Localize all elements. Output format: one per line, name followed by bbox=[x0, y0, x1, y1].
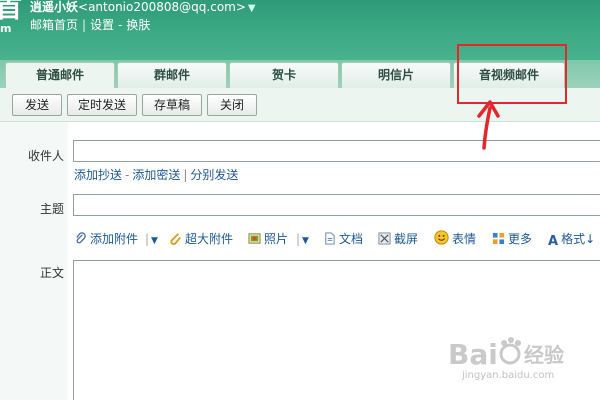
subject-label: 主题 bbox=[40, 202, 65, 216]
body-label: 正文 bbox=[40, 266, 65, 280]
format-arrow: ↓ bbox=[585, 232, 596, 246]
add-cc-link[interactable]: 添加抄送 bbox=[74, 168, 122, 182]
nav-separator: - bbox=[118, 18, 123, 32]
chevron-down-icon: ▼ bbox=[302, 236, 309, 246]
link-separator: - bbox=[125, 168, 130, 182]
more-button[interactable]: 更多 bbox=[492, 230, 532, 248]
format-label: 格式 bbox=[561, 232, 586, 246]
nav-separator: | bbox=[82, 18, 87, 32]
smiley-icon bbox=[434, 230, 449, 245]
screenshot-label: 截屏 bbox=[394, 232, 419, 246]
annotation-highlight-box bbox=[457, 44, 567, 104]
to-input[interactable] bbox=[73, 140, 600, 162]
nav-change-skin[interactable]: 换肤 bbox=[126, 18, 150, 32]
caret-down-icon[interactable]: ▼ bbox=[248, 3, 256, 14]
paw-icon bbox=[499, 337, 521, 365]
format-button[interactable]: A 格式↓ bbox=[548, 230, 596, 249]
chevron-down-icon: ▼ bbox=[151, 236, 158, 246]
paperclip-icon bbox=[76, 232, 86, 244]
font-a-icon: A bbox=[548, 234, 559, 249]
add-attachment-button[interactable]: 添加附件 bbox=[74, 230, 138, 248]
scissors-icon bbox=[378, 232, 391, 245]
emoticon-button[interactable]: 表情 bbox=[434, 230, 476, 248]
annotation-arrow-icon bbox=[477, 100, 500, 150]
user-info: 逍遥小妖<antonio200808@qq.com> ▼ bbox=[30, 0, 256, 15]
separate-send-link[interactable]: 分别发送 bbox=[190, 168, 238, 182]
logo-fragment: 首 bbox=[0, 0, 23, 24]
watermark-brand-cn: 经验 bbox=[524, 343, 564, 367]
watermark-brand: Bai bbox=[448, 338, 498, 371]
photo-icon bbox=[248, 233, 261, 244]
big-attachment-label: 超大附件 bbox=[185, 232, 234, 246]
document-button[interactable]: 文档 bbox=[323, 230, 363, 248]
user-email: <antonio200808@qq.com> bbox=[78, 0, 246, 14]
watermark-url: jingyan.baidu.com bbox=[462, 370, 555, 381]
link-separator: | bbox=[183, 168, 188, 182]
save-draft-button[interactable]: 存草稿 bbox=[142, 94, 202, 116]
screenshot-button[interactable]: 截屏 bbox=[378, 230, 418, 248]
to-label: 收件人 bbox=[28, 149, 65, 163]
header-nav: 邮箱首页 | 设置 - 换肤 bbox=[30, 16, 150, 33]
subject-input[interactable] bbox=[73, 194, 600, 216]
more-label: 更多 bbox=[508, 232, 533, 246]
add-bcc-link[interactable]: 添加密送 bbox=[132, 168, 180, 182]
tab-group-mail[interactable]: 群邮件 bbox=[117, 62, 227, 88]
add-attachment-dropdown[interactable]: | ▼ bbox=[145, 230, 158, 248]
scheduled-send-button[interactable]: 定时发送 bbox=[67, 94, 137, 116]
big-paperclip-icon bbox=[170, 233, 181, 245]
grid-icon bbox=[492, 232, 505, 245]
photo-label: 照片 bbox=[264, 232, 289, 246]
add-attachment-label: 添加附件 bbox=[90, 232, 139, 246]
tab-normal-mail[interactable]: 普通邮件 bbox=[5, 62, 115, 89]
document-icon bbox=[325, 232, 335, 245]
document-label: 文档 bbox=[339, 232, 364, 246]
photo-dropdown[interactable]: | ▼ bbox=[296, 230, 309, 248]
big-attachment-button[interactable]: 超大附件 bbox=[169, 230, 233, 248]
send-button[interactable]: 发送 bbox=[12, 94, 62, 116]
logo-sub: m bbox=[0, 22, 12, 35]
photo-button[interactable]: 照片 bbox=[248, 230, 288, 248]
close-button[interactable]: 关闭 bbox=[207, 94, 257, 116]
emoticon-label: 表情 bbox=[452, 232, 477, 246]
nav-mailbox-home[interactable]: 邮箱首页 bbox=[30, 18, 78, 32]
tab-postcard[interactable]: 明信片 bbox=[341, 62, 451, 88]
user-name: 逍遥小妖 bbox=[30, 0, 79, 14]
tab-greeting-card[interactable]: 贺卡 bbox=[229, 62, 339, 88]
recipient-options: 添加抄送 - 添加密送 | 分别发送 bbox=[74, 166, 238, 183]
nav-settings[interactable]: 设置 bbox=[90, 18, 114, 32]
